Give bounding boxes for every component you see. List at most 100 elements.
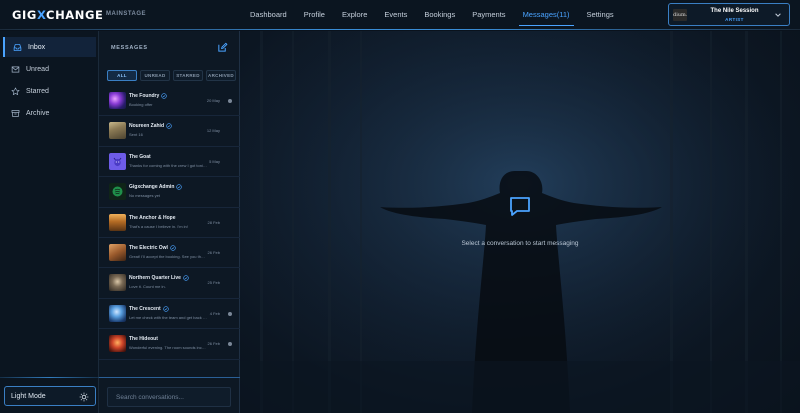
list-item[interactable]: Gigxchange Admin No messages yet (99, 177, 240, 208)
conversation-date: 25 Feb (207, 280, 220, 286)
sidebar-item-inbox[interactable]: Inbox (3, 37, 96, 57)
list-item[interactable]: The Hideout Wonderful evening. The room … (99, 329, 240, 360)
unread-dot (228, 342, 232, 347)
conversation-name: The Anchor & Hope (129, 214, 176, 221)
verified-icon (183, 275, 189, 282)
conversation-name: The Hideout (129, 336, 158, 343)
nav-payments[interactable]: Payments (472, 0, 505, 30)
list-item[interactable]: Northern Quarter Live Love it. Count me … (99, 268, 240, 299)
conversation-name-row: Noureen Zahid (129, 123, 172, 129)
nav-events[interactable]: Events (384, 0, 407, 30)
list-item[interactable]: The Goat Thanks for coming with the crew… (99, 147, 240, 178)
venue-thumbnail (109, 274, 126, 292)
sidebar-divider (0, 377, 99, 378)
filter-archived[interactable]: ARCHIVED (206, 70, 236, 81)
logo[interactable]: GIGXCHANGE (12, 8, 104, 22)
mail-icon (11, 66, 20, 72)
conversation-name-row: The Hideout (129, 336, 158, 342)
filter-tabs: ALL UNREAD STARRED ARCHIVED (107, 70, 239, 81)
nav-messages-label: Messages (522, 10, 557, 19)
user-menu[interactable]: dium. The Nile Session ARTIST (668, 3, 790, 26)
avatar: dium. (673, 9, 687, 21)
sidebar-item-label: Starred (26, 87, 49, 95)
conversation-preview: Great! I'll accept the booking. See you … (129, 253, 207, 259)
user-name: The Nile Session (710, 8, 759, 14)
conversation-name-row: Gigxchange Admin (129, 184, 183, 191)
list-item[interactable]: The Electric Owl Great! I'll accept the … (99, 238, 240, 269)
venue-thumbnail (109, 92, 126, 109)
inbox-icon (13, 43, 22, 51)
conversation-name-row: The Electric Owl (129, 245, 176, 251)
unread-dot (228, 99, 232, 103)
nav-dashboard[interactable]: Dashboard (250, 0, 287, 30)
nav-explore[interactable]: Explore (342, 0, 367, 30)
sidebar-item-starred[interactable]: Starred (3, 81, 96, 101)
filter-all[interactable]: ALL (107, 70, 137, 81)
conversation-name: Northern Quarter Live (129, 275, 181, 282)
logo-text-right: CHANGE (46, 8, 104, 22)
top-bar: GIGXCHANGE MAINSTAGE Dashboard Profile E… (0, 0, 800, 30)
conversation-preview: Love it. Count me in. (129, 284, 166, 290)
compose-icon[interactable] (217, 42, 228, 53)
nav-messages[interactable]: Messages(11) (518, 0, 574, 30)
conversation-view: Select a conversation to start messaging (240, 31, 800, 413)
chevron-down-icon (775, 13, 781, 17)
conversation-preview: Let me check with the team and get back … (129, 314, 207, 320)
avatar (109, 122, 126, 140)
conversation-name-row: The Crescent (129, 306, 169, 312)
nav-bookings[interactable]: Bookings (424, 0, 455, 30)
filter-unread[interactable]: UNREAD (140, 70, 170, 81)
conversation-date: 5 May (209, 158, 220, 164)
venue-thumbnail (109, 335, 126, 353)
venue-thumbnail (109, 243, 126, 261)
conversation-date: 4 Feb (209, 310, 220, 316)
venue-thumbnail (109, 304, 126, 322)
list-item[interactable]: Noureen Zahid Sent 16 12 May (99, 116, 240, 147)
conversation-name: Gigxchange Admin (129, 184, 175, 191)
nav-settings[interactable]: Settings (587, 0, 614, 30)
conversation-date: 28 Feb (207, 219, 220, 225)
sidebar-item-unread[interactable]: Unread (3, 59, 96, 79)
search-input[interactable] (107, 387, 231, 407)
sidebar-item-archive[interactable]: Archive (3, 103, 96, 123)
sidebar-item-label: Archive (26, 109, 50, 117)
conversation-name-row: The Anchor & Hope (129, 215, 175, 221)
search-area (99, 377, 240, 413)
conversation-name: Noureen Zahid (129, 123, 165, 130)
light-mode-toggle[interactable]: Light Mode (4, 386, 96, 406)
sidebar-item-label: Unread (26, 65, 49, 73)
list-item[interactable]: The Foundry Booking offer 20 May (99, 86, 240, 117)
conversation-name: The Goat (129, 153, 151, 160)
sidebar: Inbox Unread Starred Archive Light Mode (0, 31, 99, 413)
conversation-date: 20 May (206, 98, 220, 103)
empty-state-text: Select a conversation to start messaging (461, 240, 579, 247)
nav-profile[interactable]: Profile (304, 0, 325, 30)
conversation-name: The Crescent (129, 305, 161, 312)
list-item[interactable]: The Crescent Let me check with the team … (99, 299, 240, 330)
conversation-name: The Foundry (129, 93, 160, 99)
brand-subtitle: MAINSTAGE (106, 11, 147, 17)
verified-icon (176, 184, 183, 190)
nav-messages-badge: (11) (556, 10, 570, 19)
list-item[interactable]: The Anchor & Hope That's a cause I belie… (99, 208, 240, 238)
verified-icon (166, 123, 172, 130)
conversation-preview: Sent 16 (129, 132, 143, 138)
verified-icon (161, 93, 167, 99)
unread-dot (228, 311, 232, 316)
main-nav: Dashboard Profile Explore Events Booking… (250, 0, 631, 30)
conversation-name: The Electric Owl (129, 244, 168, 251)
verified-icon (162, 306, 169, 312)
verified-icon (170, 245, 176, 251)
goat-icon (113, 157, 122, 166)
sidebar-item-label: Inbox (28, 43, 46, 51)
conversation-name-row: The Goat (129, 154, 151, 160)
archive-icon (11, 109, 20, 117)
avatar (109, 152, 126, 170)
conversation-date: 26 Feb (207, 341, 220, 347)
conversation-name-row: The Foundry (129, 93, 167, 99)
performer-background-image (240, 31, 800, 413)
conversation-date: 12 May (206, 128, 220, 134)
filter-starred[interactable]: STARRED (173, 70, 203, 81)
logo-text-left: GIG (12, 8, 37, 22)
conversation-preview: Wonderful evening. The room sounds incre… (129, 345, 207, 351)
